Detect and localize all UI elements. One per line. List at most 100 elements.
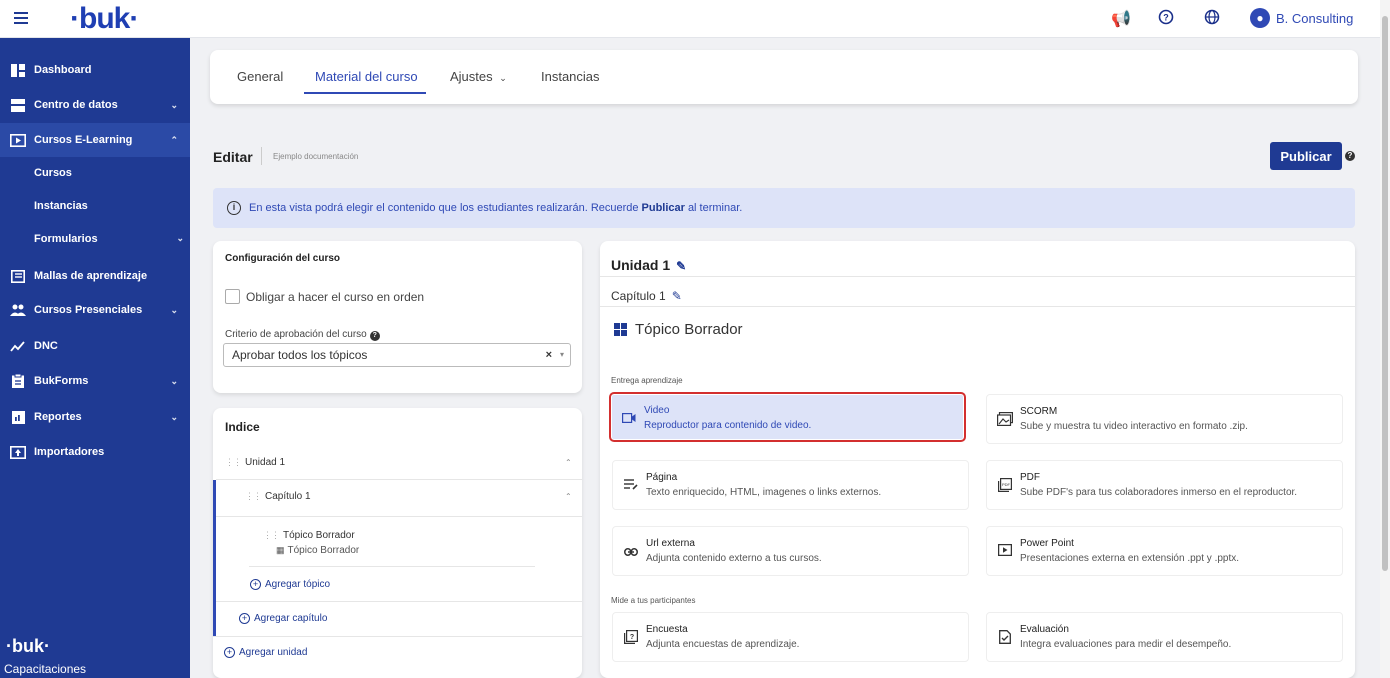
add-topic-link[interactable]: + Agregar tópico [250, 579, 330, 590]
option-title: Evaluación [1020, 624, 1069, 635]
divider [216, 479, 582, 480]
sidebar-item-dnc[interactable]: DNC [0, 329, 190, 363]
link-icon [623, 544, 639, 560]
clipboard-icon [10, 374, 26, 388]
sidebar-item-importadores[interactable]: Importadores [0, 435, 190, 469]
plus-circle-icon: + [250, 579, 261, 590]
topic-title: Tópico Borrador [614, 321, 743, 338]
option-pagina[interactable]: Página Texto enriquecido, HTML, imagenes… [612, 460, 969, 510]
option-scorm[interactable]: SCORM Sube y muestra tu video interactiv… [986, 394, 1343, 444]
info-text-before: En esta vista podrá elegir el contenido … [249, 202, 639, 214]
sidebar-item-label: Reportes [34, 411, 82, 423]
option-desc: Sube y muestra tu video interactivo en f… [1020, 421, 1248, 432]
tab-general[interactable]: General [237, 69, 283, 84]
index-title: Indice [225, 420, 260, 434]
sidebar-subitem-cursos[interactable]: Cursos [34, 167, 72, 179]
svg-text:?: ? [630, 634, 634, 641]
dashboard-icon [10, 63, 26, 77]
sidebar-item-mallas[interactable]: Mallas de aprendizaje [0, 259, 190, 293]
divider [249, 566, 535, 567]
drag-handle-icon[interactable]: ⋮⋮ [225, 457, 242, 467]
editor-chapter: Capítulo 1 ✎ [611, 289, 682, 303]
sidebar-subitem-instancias[interactable]: Instancias [34, 200, 88, 212]
course-tabs: General Material del curso Ajustes ⌄ Ins… [210, 50, 1358, 104]
video-icon [621, 411, 637, 427]
user-name: B. Consulting [1276, 10, 1354, 26]
option-video[interactable]: Video Reproductor para contenido de vide… [609, 392, 966, 442]
tab-ajustes[interactable]: Ajustes ⌄ [450, 69, 507, 84]
sidebar: Dashboard Centro de datos ⌄ Cursos E-Lea… [0, 38, 190, 678]
sidebar-item-cursos-elearning[interactable]: Cursos E-Learning ⌃ [0, 123, 190, 157]
criteria-value: Aprobar todos los tópicos [232, 348, 368, 362]
edit-pencil-icon[interactable]: ✎ [672, 289, 682, 303]
option-evaluacion[interactable]: Evaluación Integra evaluaciones para med… [986, 612, 1343, 662]
menu-icon[interactable] [14, 12, 28, 27]
index-card: Indice ⋮⋮ Unidad 1 ⌃ ⋮⋮ Capítulo 1 ⌃ ⋮⋮ Tóp… [213, 408, 582, 678]
active-tab-indicator [304, 92, 426, 94]
chevron-up-icon[interactable]: ⌃ [565, 492, 572, 501]
option-url-externa[interactable]: Url externa Adjunta contenido externo a … [612, 526, 969, 576]
order-checkbox[interactable] [225, 289, 240, 304]
slides-icon [997, 543, 1013, 560]
sidebar-item-cursos-presenciales[interactable]: Cursos Presenciales ⌄ [0, 293, 190, 327]
option-desc: Texto enriquecido, HTML, imagenes o link… [646, 487, 882, 498]
evaluation-icon [997, 630, 1013, 646]
index-chapter[interactable]: ⋮⋮ Capítulo 1 [245, 491, 311, 502]
svg-text:PDF: PDF [1002, 482, 1011, 487]
sidebar-item-dashboard[interactable]: Dashboard [0, 53, 190, 87]
help-icon[interactable]: ? [1345, 151, 1355, 161]
page-scrollbar[interactable] [1380, 0, 1390, 678]
divider [600, 306, 1355, 307]
buk-logo[interactable]: ·buk· [70, 2, 139, 36]
option-power-point[interactable]: Power Point Presentaciones externa en ex… [986, 526, 1343, 576]
plus-circle-icon: + [224, 647, 235, 658]
drag-handle-icon[interactable]: ⋮⋮ [263, 530, 280, 540]
index-unit-label: Unidad 1 [245, 457, 286, 468]
info-banner: i En esta vista podrá elegir el contenid… [213, 188, 1355, 228]
info-text-after: al terminar. [687, 202, 743, 214]
chevron-up-icon[interactable]: ⌃ [565, 458, 572, 467]
add-unit-label: Agregar unidad [239, 647, 308, 658]
sidebar-item-reportes[interactable]: Reportes ⌄ [0, 400, 190, 434]
edit-pencil-icon[interactable]: ✎ [676, 259, 686, 273]
report-icon [10, 410, 26, 424]
index-topic[interactable]: ⋮⋮ Tópico Borrador [263, 530, 355, 541]
option-pdf[interactable]: PDF PDF Sube PDF's para tus colaboradore… [986, 460, 1343, 510]
unit-indent-line [213, 480, 216, 636]
page-icon [623, 478, 639, 494]
option-title: SCORM [1020, 406, 1058, 417]
course-config-card: Configuración del curso Obligar a hacer … [213, 241, 582, 393]
add-chapter-link[interactable]: + Agregar capítulo [239, 613, 327, 624]
topic-editor-card: Unidad 1 ✎ Capítulo 1 ✎ Tópico Borrador En… [600, 241, 1355, 678]
criteria-select[interactable]: Aprobar todos los tópicos × ▾ [223, 343, 571, 367]
order-checkbox-label[interactable]: Obligar a hacer el curso en orden [246, 290, 424, 304]
section-label: Entrega aprendizaje [611, 376, 683, 385]
user-menu[interactable]: ● B. Consulting [1250, 8, 1353, 28]
database-icon [10, 98, 26, 112]
scrollbar-thumb[interactable] [1382, 16, 1388, 571]
add-unit-link[interactable]: + Agregar unidad [224, 647, 307, 658]
chevron-down-icon: ⌄ [499, 73, 507, 83]
index-unit[interactable]: ⋮⋮ Unidad 1 [225, 457, 285, 468]
help-icon[interactable]: ? [1156, 9, 1176, 29]
drag-handle-icon[interactable]: ⋮⋮ [245, 491, 262, 501]
option-encuesta[interactable]: ? Encuesta Adjunta encuestas de aprendiz… [612, 612, 969, 662]
chart-hand-icon [10, 339, 26, 353]
globe-icon[interactable] [1202, 9, 1222, 29]
publish-button[interactable]: Publicar [1270, 142, 1342, 170]
chevron-down-icon: ⌄ [170, 304, 178, 315]
sidebar-subitem-formularios[interactable]: Formularios ⌄ [34, 233, 184, 245]
sidebar-item-label: Cursos Presenciales [34, 304, 143, 316]
caret-down-icon[interactable]: ▾ [560, 344, 564, 366]
tab-instancias[interactable]: Instancias [541, 69, 600, 84]
sidebar-item-centro-de-datos[interactable]: Centro de datos ⌄ [0, 88, 190, 122]
play-icon [10, 133, 26, 147]
tab-material-del-curso[interactable]: Material del curso [315, 69, 418, 84]
sidebar-item-bukforms[interactable]: BukForms ⌄ [0, 364, 190, 398]
help-icon[interactable]: ? [369, 331, 380, 341]
book-icon [10, 269, 26, 283]
chevron-down-icon: ⌄ [170, 99, 178, 110]
megaphone-icon[interactable]: 📢 [1111, 9, 1131, 29]
clear-icon[interactable]: × [546, 344, 552, 366]
index-chapter-label: Capítulo 1 [265, 491, 311, 502]
